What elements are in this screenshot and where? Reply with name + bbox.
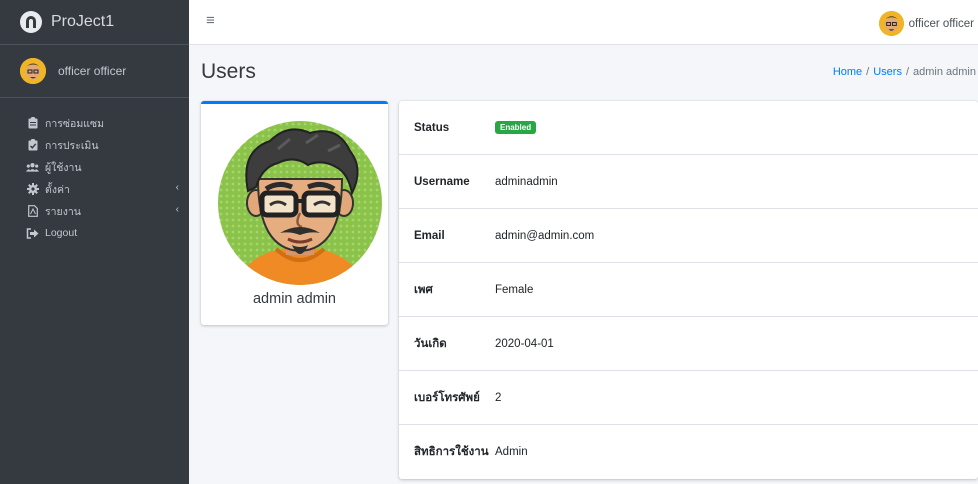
top-user-avatar — [878, 11, 904, 36]
detail-label: Username — [414, 175, 470, 188]
sidebar-item-label: ตั้งค่า — [45, 183, 70, 196]
breadcrumb-current: admin admin — [913, 66, 976, 78]
detail-row-birthdate: วันเกิด 2020-04-01 — [399, 317, 978, 371]
sidebar-item-users[interactable]: ผู้ใช้งาน — [0, 156, 189, 178]
chevron-left-icon: ‹ — [175, 204, 179, 215]
breadcrumb-separator: / — [866, 66, 870, 78]
brand-logo-icon — [20, 11, 42, 33]
detail-value: Admin — [495, 446, 528, 458]
sidebar-item-settings[interactable]: ตั้งค่า ‹ — [0, 178, 189, 200]
detail-label: เพศ — [414, 283, 433, 296]
sidebar-user-avatar — [20, 58, 46, 84]
sidebar-item-evaluation[interactable]: การประเมิน — [0, 134, 189, 156]
detail-label: สิทธิการใช้งาน — [414, 446, 489, 458]
sidebar: ProJect1 officer officer การซ่อมแซม การป… — [0, 0, 189, 484]
breadcrumb-users-link[interactable]: Users — [873, 66, 902, 78]
report-icon — [26, 205, 39, 217]
detail-value: adminadmin — [495, 175, 558, 188]
breadcrumb: Home / Users / admin admin — [833, 66, 976, 78]
profile-avatar — [218, 121, 382, 285]
sidebar-nav: การซ่อมแซม การประเมิน ผู้ใช้งาน ตั้งค่า … — [0, 98, 189, 244]
chevron-left-icon: ‹ — [175, 182, 179, 193]
detail-row-username: Username adminadmin — [399, 155, 978, 209]
detail-row-role: สิทธิการใช้งาน Admin — [399, 425, 978, 479]
clipboard-icon — [26, 117, 39, 129]
detail-row-phone: เบอร์โทรศัพย์ 2 — [399, 371, 978, 425]
breadcrumb-home-link[interactable]: Home — [833, 66, 862, 78]
detail-label: เบอร์โทรศัพย์ — [414, 391, 480, 404]
checklist-icon — [26, 139, 39, 151]
detail-label: Status — [414, 121, 450, 134]
detail-label: วันเกิด — [414, 337, 447, 350]
gear-icon — [26, 183, 39, 195]
sidebar-item-label: การซ่อมแซม — [45, 117, 105, 130]
detail-row-gender: เพศ Female — [399, 263, 978, 317]
menu-toggle-icon[interactable]: ≡ — [206, 12, 215, 29]
sidebar-item-repair[interactable]: การซ่อมแซม — [0, 112, 189, 134]
breadcrumb-separator: / — [905, 66, 910, 78]
sidebar-item-label: ผู้ใช้งาน — [45, 161, 82, 174]
sidebar-user-name: officer officer — [58, 64, 127, 78]
page-title: Users — [201, 60, 256, 83]
detail-row-status: Status Enabled — [399, 101, 978, 155]
detail-value: 2020-04-01 — [495, 337, 554, 350]
sidebar-item-label: การประเมิน — [45, 139, 99, 152]
users-icon — [26, 162, 39, 173]
user-details-card: Status Enabled Username adminadmin Email… — [399, 101, 978, 479]
brand-link[interactable]: ProJect1 — [0, 0, 189, 45]
top-user-name: officer officer — [908, 17, 974, 30]
sidebar-item-label: รายงาน — [45, 205, 81, 218]
status-badge: Enabled — [495, 121, 537, 134]
detail-value: Female — [495, 283, 534, 296]
sidebar-item-logout[interactable]: Logout — [0, 222, 189, 244]
detail-value: 2 — [495, 391, 502, 404]
detail-label: Email — [414, 229, 445, 242]
sidebar-item-reports[interactable]: รายงาน ‹ — [0, 200, 189, 222]
user-menu[interactable]: officer officer — [878, 11, 974, 36]
profile-name: admin admin — [252, 291, 336, 307]
sidebar-user-panel[interactable]: officer officer — [0, 45, 189, 98]
detail-value: admin@admin.com — [495, 229, 595, 242]
detail-row-email: Email admin@admin.com — [399, 209, 978, 263]
profile-card: admin admin — [201, 101, 388, 325]
sidebar-item-label: Logout — [45, 227, 78, 239]
logout-icon — [26, 227, 39, 239]
brand-name: ProJect1 — [51, 13, 115, 30]
top-navbar: ≡ officer officer — [189, 0, 978, 45]
